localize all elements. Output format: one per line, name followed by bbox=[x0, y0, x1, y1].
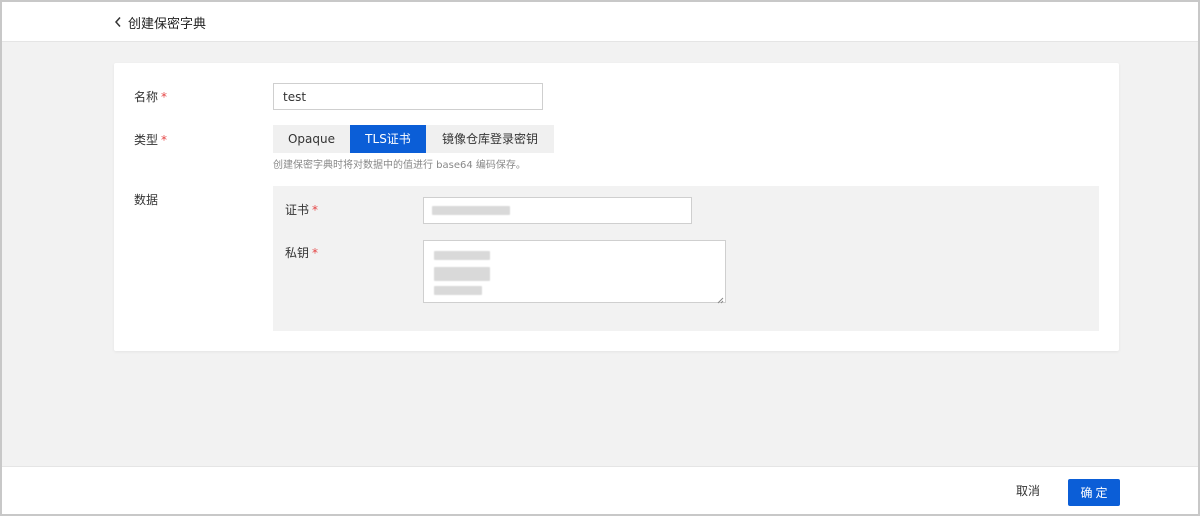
redacted-text bbox=[432, 206, 510, 215]
app-frame: 创建保密字典 名称* 类型* Opaque TLS证书 镜像仓库登录密钥 创建保… bbox=[2, 2, 1198, 514]
page-title: 创建保密字典 bbox=[128, 16, 207, 32]
data-label: 数据 bbox=[134, 193, 159, 207]
type-label: 类型 * bbox=[134, 133, 168, 147]
required-mark: * bbox=[161, 90, 168, 104]
cancel-button[interactable]: 取消 bbox=[1016, 481, 1040, 501]
encoding-hint: 创建保密字典时将对数据中的值进行 base64 编码保存。 bbox=[273, 160, 526, 171]
page-footer: 取消 确定 bbox=[2, 466, 1198, 514]
type-selector: Opaque TLS证书 镜像仓库登录密钥 bbox=[273, 125, 554, 153]
chevron-left-icon[interactable] bbox=[114, 16, 122, 28]
back-button[interactable]: 创建保密字典 bbox=[114, 13, 207, 32]
type-option-registry[interactable]: 镜像仓库登录密钥 bbox=[426, 125, 554, 153]
required-mark: * bbox=[161, 133, 168, 147]
type-option-opaque[interactable]: Opaque bbox=[273, 125, 350, 153]
required-mark: * bbox=[312, 246, 319, 260]
redacted-text bbox=[434, 251, 490, 260]
redacted-text bbox=[434, 267, 490, 281]
private-key-textarea[interactable] bbox=[423, 240, 726, 304]
page-header: 创建保密字典 bbox=[2, 2, 1198, 42]
type-option-tls[interactable]: TLS证书 bbox=[350, 125, 426, 153]
confirm-button[interactable]: 确定 bbox=[1068, 479, 1120, 506]
certificate-label: 证书 * bbox=[285, 203, 319, 217]
private-key-label: 私钥 * bbox=[285, 246, 319, 260]
name-label: 名称 * bbox=[134, 90, 168, 104]
form-card: 名称* 类型* Opaque TLS证书 镜像仓库登录密钥 创建保密字典时将对数… bbox=[114, 63, 1119, 351]
name-input[interactable] bbox=[273, 83, 543, 110]
redacted-text bbox=[434, 286, 482, 295]
resize-handle-icon[interactable] bbox=[716, 293, 724, 304]
required-mark: * bbox=[312, 203, 319, 217]
certificate-input[interactable] bbox=[423, 197, 692, 224]
data-panel: 证书 * 私钥 * bbox=[273, 186, 1099, 331]
